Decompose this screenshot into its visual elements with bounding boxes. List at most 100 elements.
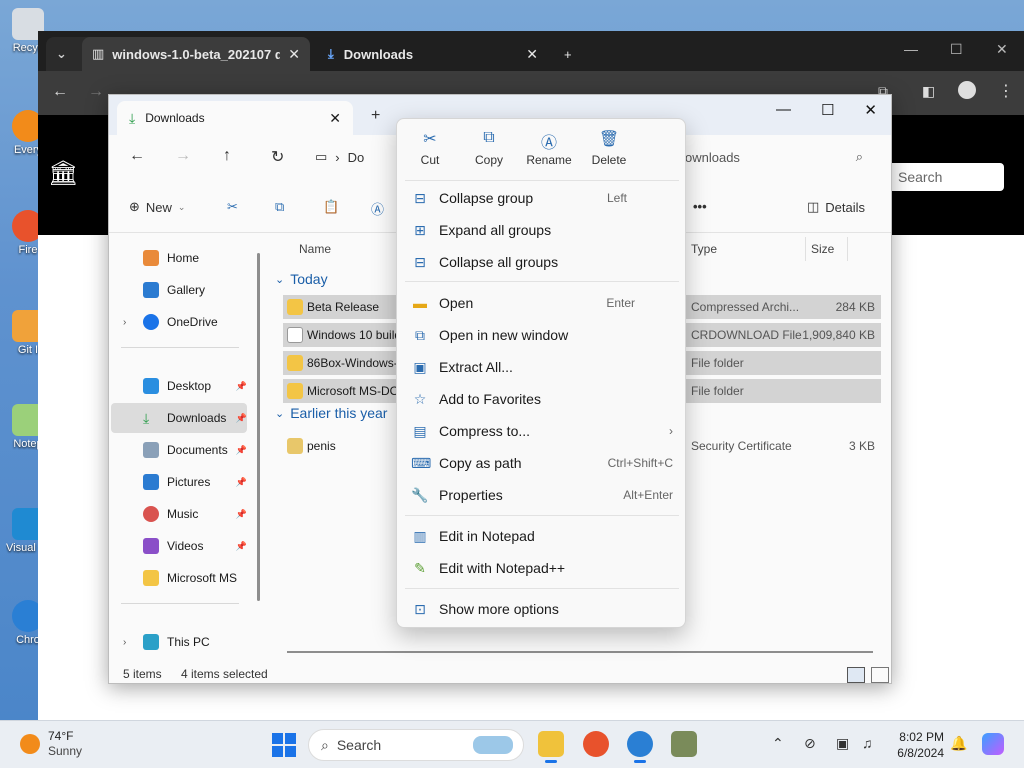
display-icon[interactable]: ▣ bbox=[836, 735, 849, 752]
taskbar: 74°F Sunny ⌕ Search ⌃ ⊘ ▣ ♫ 8:02 PM 6/8/… bbox=[0, 720, 1024, 768]
menu-item-open[interactable]: ▬ Open Enter bbox=[397, 287, 687, 319]
sidebar-icon[interactable]: ◧ bbox=[922, 83, 935, 100]
chevron-right-icon[interactable]: › bbox=[123, 317, 126, 328]
pin-icon: 📌 bbox=[235, 380, 247, 391]
sidebar-item-videos[interactable]: Videos 📌 bbox=[111, 531, 247, 561]
new-button[interactable]: ⊕ New ⌄ bbox=[129, 199, 185, 215]
new-tab-button[interactable]: + bbox=[371, 107, 380, 125]
sidebar-item-home[interactable]: Home bbox=[111, 243, 247, 273]
firefox-taskbar-icon[interactable] bbox=[583, 731, 609, 757]
sidebar-item-music[interactable]: Music 📌 bbox=[111, 499, 247, 529]
menu-icon[interactable]: ⋮ bbox=[998, 81, 1014, 101]
menu-item-edit-in-notepad[interactable]: ▥ Edit in Notepad bbox=[397, 520, 687, 552]
zip-folder-icon bbox=[287, 299, 303, 315]
profile-avatar[interactable] bbox=[958, 81, 976, 99]
item-count: 5 items bbox=[123, 667, 162, 681]
minimize-icon[interactable]: — bbox=[776, 101, 791, 119]
sidebar-item-this-pc[interactable]: › This PC bbox=[111, 627, 247, 657]
forward-icon[interactable]: → bbox=[175, 147, 191, 165]
delete-button[interactable]: 🗑 Delete bbox=[580, 129, 638, 167]
search-input[interactable]: ownloads ⌕ bbox=[675, 141, 873, 173]
taskbar-search[interactable]: ⌕ Search bbox=[308, 729, 524, 761]
documents-icon bbox=[143, 442, 159, 458]
app-taskbar-icon[interactable] bbox=[671, 731, 697, 757]
menu-item-compress-to[interactable]: ▤ Compress to... › bbox=[397, 415, 687, 447]
pin-icon: 📌 bbox=[235, 412, 247, 423]
chrome-page-search[interactable]: Search bbox=[888, 163, 1004, 191]
start-button[interactable] bbox=[272, 733, 296, 757]
minimize-icon[interactable]: — bbox=[904, 41, 918, 57]
column-header-size[interactable]: Size bbox=[811, 242, 834, 256]
chrome-tab-downloads[interactable]: ⤓ Downloads ✕ bbox=[318, 37, 548, 71]
menu-item-open-new-window[interactable]: ⧉ Open in new window bbox=[397, 319, 687, 351]
sidebar-item-microsoft-ms[interactable]: Microsoft MS bbox=[111, 563, 247, 593]
sidebar-item-documents[interactable]: Documents 📌 bbox=[111, 435, 247, 465]
cut-icon[interactable]: ✂ bbox=[227, 199, 238, 215]
back-icon[interactable]: ← bbox=[129, 147, 145, 165]
certificate-icon bbox=[287, 438, 303, 454]
group-header-today[interactable]: ⌄ Today bbox=[275, 271, 328, 287]
menu-item-collapse-group[interactable]: ⊟ Collapse group Left bbox=[397, 182, 687, 214]
rename-icon[interactable]: Ⓐ bbox=[371, 199, 384, 218]
pictures-icon bbox=[143, 474, 159, 490]
menu-item-collapse-all-groups[interactable]: ⊟ Collapse all groups bbox=[397, 246, 687, 278]
refresh-icon[interactable]: ↻ bbox=[271, 147, 284, 167]
weather-widget[interactable]: 74°F Sunny bbox=[20, 729, 82, 759]
copy-button[interactable]: ⧉ Copy bbox=[460, 129, 518, 167]
sidebar-item-gallery[interactable]: Gallery bbox=[111, 275, 247, 305]
more-options-icon[interactable]: ••• bbox=[693, 199, 707, 214]
menu-item-show-more-options[interactable]: ⊡ Show more options bbox=[397, 593, 687, 625]
copy-icon: ⧉ bbox=[483, 129, 495, 146]
clock[interactable]: 8:02 PM 6/8/2024 bbox=[892, 729, 944, 761]
download-icon: ⤓ bbox=[129, 109, 136, 126]
file-explorer-taskbar-icon[interactable] bbox=[538, 731, 564, 763]
network-icon[interactable]: ⊘ bbox=[804, 735, 816, 752]
maximize-icon[interactable]: ☐ bbox=[950, 41, 963, 58]
sidebar-scrollbar[interactable] bbox=[257, 253, 260, 601]
chrome-taskbar-icon[interactable] bbox=[627, 731, 653, 763]
group-header-earlier[interactable]: ⌄ Earlier this year bbox=[275, 405, 387, 421]
paste-icon[interactable]: 📋 bbox=[323, 199, 339, 215]
sidebar-item-onedrive[interactable]: › OneDrive bbox=[111, 307, 247, 337]
close-tab-icon[interactable]: ✕ bbox=[329, 110, 341, 127]
cut-button[interactable]: ✂ Cut bbox=[401, 129, 459, 167]
menu-item-add-to-favorites[interactable]: ☆ Add to Favorites bbox=[397, 383, 687, 415]
back-icon[interactable]: ← bbox=[52, 83, 68, 101]
chevron-up-icon[interactable]: ⌃ bbox=[772, 735, 784, 752]
copilot-icon[interactable] bbox=[982, 733, 1004, 755]
menu-item-extract-all[interactable]: ▣ Extract All... bbox=[397, 351, 687, 383]
new-tab-button[interactable]: + bbox=[554, 37, 584, 71]
folder-icon bbox=[287, 355, 303, 371]
sidebar-item-pictures[interactable]: Pictures 📌 bbox=[111, 467, 247, 497]
forward-icon[interactable]: → bbox=[88, 83, 104, 101]
sound-icon[interactable]: ♫ bbox=[862, 735, 873, 751]
close-icon[interactable]: ✕ bbox=[864, 101, 877, 119]
rename-button[interactable]: Ⓐ Rename bbox=[520, 129, 578, 167]
notifications-icon[interactable]: 🔔 bbox=[950, 735, 967, 752]
column-header-name[interactable]: Name bbox=[299, 242, 331, 256]
sidebar-item-desktop[interactable]: Desktop 📌 bbox=[111, 371, 247, 401]
menu-item-expand-all-groups[interactable]: ⊞ Expand all groups bbox=[397, 214, 687, 246]
copy-icon[interactable]: ⧉ bbox=[275, 199, 284, 215]
details-button[interactable]: ◫ Details bbox=[807, 199, 865, 215]
navigation-pane: Home Gallery › OneDrive Desktop 📌 ⤓ Down… bbox=[109, 233, 265, 663]
maximize-icon[interactable]: ☐ bbox=[821, 101, 834, 119]
chevron-right-icon[interactable]: › bbox=[123, 637, 126, 648]
notepad-plus-icon: ✎ bbox=[414, 559, 426, 576]
horizontal-scrollbar[interactable] bbox=[287, 651, 873, 653]
menu-item-copy-as-path[interactable]: ⌨ Copy as path Ctrl+Shift+C bbox=[397, 447, 687, 479]
up-icon[interactable]: ↑ bbox=[223, 147, 231, 165]
close-icon[interactable]: ✕ bbox=[996, 41, 1008, 58]
tiles-view-icon[interactable] bbox=[871, 667, 889, 683]
chrome-tab-directory[interactable]: ▥ windows-1.0-beta_202107 direc ✕ bbox=[82, 37, 310, 71]
cloud-icon bbox=[143, 314, 159, 330]
sidebar-item-downloads[interactable]: ⤓ Downloads 📌 bbox=[111, 403, 247, 433]
selection-count: 4 items selected bbox=[181, 667, 268, 681]
menu-item-properties[interactable]: 🔧 Properties Alt+Enter bbox=[397, 479, 687, 511]
close-tab-icon[interactable]: ✕ bbox=[526, 46, 538, 63]
menu-item-edit-with-notepad-plus[interactable]: ✎ Edit with Notepad++ bbox=[397, 552, 687, 584]
column-header-type[interactable]: Type bbox=[691, 242, 717, 256]
explorer-tab-downloads[interactable]: ⤓ Downloads ✕ bbox=[117, 101, 353, 135]
close-tab-icon[interactable]: ✕ bbox=[288, 46, 300, 63]
details-view-icon[interactable] bbox=[847, 667, 865, 683]
